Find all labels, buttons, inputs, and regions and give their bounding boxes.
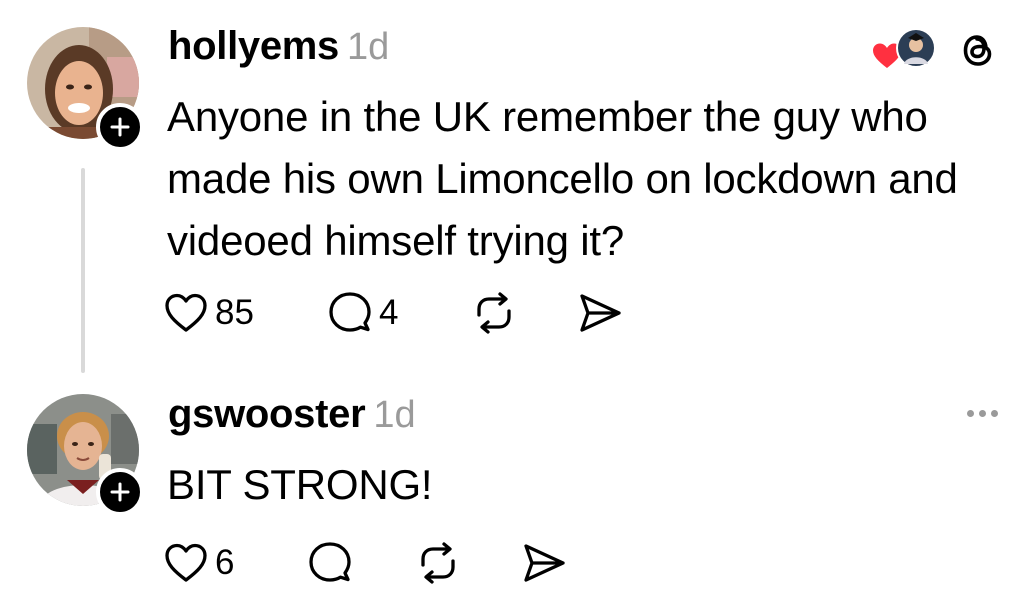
username[interactable]: hollyems <box>168 24 339 69</box>
user-avatar-icon <box>896 28 936 68</box>
repost-button[interactable] <box>415 541 521 585</box>
heart-icon <box>165 543 207 582</box>
more-dots-icon <box>967 410 974 417</box>
post-text: BIT STRONG! <box>167 461 433 508</box>
share-button[interactable] <box>521 541 567 585</box>
more-dots-icon <box>991 410 998 417</box>
reply-button[interactable]: 4 <box>327 290 471 336</box>
thread-line <box>81 168 85 373</box>
follow-button-hollyems[interactable] <box>96 103 144 151</box>
like-count: 6 <box>215 543 235 582</box>
heart-icon <box>165 293 207 332</box>
username[interactable]: gswooster <box>168 392 366 437</box>
post-text: Anyone in the UK remember the guy who ma… <box>167 93 958 264</box>
timestamp: 1d <box>347 26 390 68</box>
post-hollyems: hollyems 1d Anyone in the UK remember th… <box>0 0 1024 390</box>
share-button[interactable] <box>577 291 623 335</box>
post-top-right <box>872 28 1000 72</box>
liked-by-indicator[interactable] <box>872 28 938 72</box>
post-gswooster: gswooster 1d BIT STRONG! 6 <box>0 390 1024 601</box>
post-actions: 6 <box>163 540 567 586</box>
post-header: hollyems 1d <box>168 24 389 69</box>
plus-icon <box>110 482 130 502</box>
post-actions: 85 4 <box>163 290 623 336</box>
comment-icon <box>329 292 371 332</box>
like-button[interactable]: 85 <box>163 291 327 335</box>
more-options-button[interactable] <box>962 410 998 417</box>
timestamp: 1d <box>373 394 416 436</box>
more-dots-icon <box>979 410 986 417</box>
repost-button[interactable] <box>471 291 577 335</box>
like-count: 85 <box>215 293 254 332</box>
send-icon <box>524 544 565 582</box>
repost-icon <box>477 292 511 334</box>
reply-button[interactable] <box>307 540 415 586</box>
threads-logo-icon[interactable] <box>956 28 1000 72</box>
follow-button-gswooster[interactable] <box>96 468 144 516</box>
plus-icon <box>110 117 130 137</box>
comment-icon <box>309 542 351 582</box>
send-icon <box>580 294 621 332</box>
like-button[interactable]: 6 <box>163 541 307 585</box>
repost-icon <box>421 542 455 584</box>
reply-count: 4 <box>379 293 399 332</box>
post-header: gswooster 1d <box>168 392 416 437</box>
